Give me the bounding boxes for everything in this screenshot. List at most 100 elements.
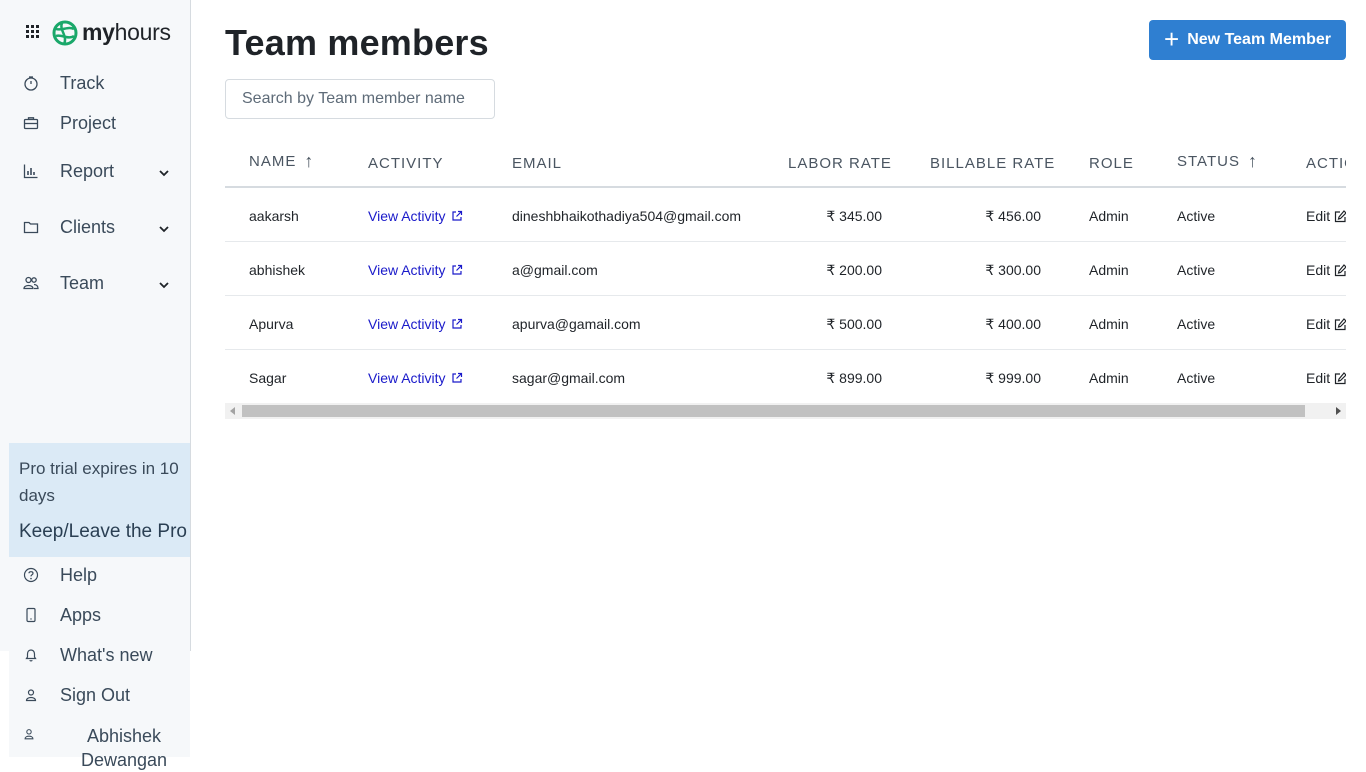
member-status: Active	[1177, 208, 1216, 224]
bell-icon	[22, 646, 40, 664]
sort-ascending-icon: ↑	[304, 151, 315, 171]
chevron-down-icon[interactable]	[157, 278, 171, 292]
view-activity-link[interactable]: View Activity	[368, 316, 463, 332]
sidebar-item-apps[interactable]: Apps	[22, 603, 101, 627]
column-header-label: ACTIVITY	[368, 155, 444, 172]
chevron-down-icon[interactable]	[157, 166, 171, 180]
keep-leave-pro-link[interactable]: Keep/Leave the Pro	[19, 521, 190, 543]
external-link-icon	[451, 210, 462, 221]
column-header-label: ACTIONS	[1306, 155, 1346, 172]
pro-trial-banner: Pro trial expires in 10 days Keep/Leave …	[9, 443, 190, 557]
edit-label: Edit	[1306, 262, 1331, 278]
app-switcher-grid-icon[interactable]	[26, 25, 39, 38]
page-title: Team members	[225, 22, 489, 63]
member-role: Admin	[1089, 316, 1129, 332]
external-link-icon	[451, 318, 462, 329]
bar-chart-icon	[22, 162, 40, 180]
new-team-member-label: New Team Member	[1187, 31, 1331, 48]
stopwatch-icon	[22, 74, 40, 92]
member-name[interactable]: abhishek	[249, 262, 305, 278]
column-header-status[interactable]: STATUS ↑	[1177, 152, 1258, 170]
sidebar-item-label: Track	[60, 72, 105, 93]
labor-rate: ₹ 345.00	[826, 208, 882, 224]
column-header-role[interactable]: ROLE	[1089, 155, 1134, 172]
view-activity-link[interactable]: View Activity	[368, 208, 463, 224]
edit-button[interactable]: Edit	[1306, 208, 1346, 224]
edit-icon	[1335, 317, 1346, 330]
column-header-name[interactable]: NAME ↑	[249, 152, 314, 170]
member-email: sagar@gmail.com	[512, 370, 626, 386]
table-row: Sagar View Activity sagar@gmail.com ₹ 89…	[225, 350, 1346, 404]
edit-label: Edit	[1306, 208, 1331, 224]
sidebar-item-label: Clients	[60, 216, 116, 237]
member-role: Admin	[1089, 262, 1129, 278]
sidebar-item-label: What's new	[60, 644, 153, 665]
myhours-logo[interactable]: myhours	[52, 19, 171, 46]
sort-ascending-icon: ↑	[1247, 151, 1258, 171]
sidebar-item-help[interactable]: Help	[22, 563, 97, 587]
user-icon	[22, 727, 36, 741]
column-header-label: NAME	[249, 152, 297, 170]
scroll-right-arrow-icon[interactable]	[1336, 407, 1341, 415]
sidebar: myhours Track Project Report Clients Tea…	[0, 0, 191, 770]
labor-rate: ₹ 200.00	[826, 262, 882, 278]
member-name[interactable]: aakarsh	[249, 208, 299, 224]
member-email: apurva@gamail.com	[512, 316, 641, 332]
edit-button[interactable]: Edit	[1306, 262, 1346, 278]
edit-button[interactable]: Edit	[1306, 370, 1346, 386]
member-status: Active	[1177, 370, 1216, 386]
sidebar-item-label: Report	[60, 160, 115, 181]
table-header: NAME ↑ ACTIVITY EMAIL LABOR RATE BILLABL…	[225, 140, 1346, 188]
view-activity-label: View Activity	[368, 262, 446, 278]
new-team-member-button[interactable]: + New Team Member	[1149, 20, 1346, 60]
edit-icon	[1335, 371, 1346, 384]
column-header-billable-rate[interactable]: BILLABLE RATE	[930, 155, 1055, 172]
column-header-label: BILLABLE RATE	[930, 155, 1056, 172]
column-header-label: STATUS	[1177, 152, 1240, 170]
column-header-labor-rate[interactable]: LABOR RATE	[788, 155, 892, 172]
column-header-label: LABOR RATE	[788, 155, 892, 172]
member-status: Active	[1177, 316, 1216, 332]
users-icon	[22, 274, 40, 292]
view-activity-label: View Activity	[368, 370, 446, 386]
view-activity-link[interactable]: View Activity	[368, 262, 463, 278]
column-header-email[interactable]: EMAIL	[512, 155, 562, 172]
edit-icon	[1335, 209, 1346, 222]
member-role: Admin	[1089, 370, 1129, 386]
sidebar-item-project[interactable]: Project	[22, 111, 116, 135]
sidebar-item-label: Project	[60, 112, 117, 133]
user-icon	[22, 686, 40, 704]
logo-globe-icon	[52, 20, 78, 45]
chevron-down-icon[interactable]	[157, 222, 171, 236]
edit-label: Edit	[1306, 370, 1331, 386]
sidebar-item-whats-new[interactable]: What's new	[22, 643, 152, 667]
sidebar-item-sign-out[interactable]: Sign Out	[22, 683, 130, 707]
sidebar-item-track[interactable]: Track	[22, 71, 104, 95]
table-row: aakarsh View Activity dineshbhaikothadiy…	[225, 188, 1346, 242]
column-header-actions: ACTIONS	[1306, 155, 1346, 172]
smartphone-icon	[22, 606, 40, 624]
member-name[interactable]: Sagar	[249, 370, 286, 386]
labor-rate: ₹ 899.00	[826, 370, 882, 386]
search-input[interactable]	[225, 79, 495, 119]
horizontal-scrollbar[interactable]	[225, 403, 1346, 419]
scroll-left-arrow-icon[interactable]	[230, 407, 235, 415]
column-header-label: EMAIL	[512, 155, 563, 172]
logo-text: myhours	[82, 19, 171, 45]
billable-rate: ₹ 999.00	[985, 370, 1041, 386]
member-email: dineshbhaikothadiya504@gmail.com	[512, 208, 742, 224]
user-name[interactable]: Abhishek Dewangan	[60, 724, 188, 772]
member-name[interactable]: Apurva	[249, 316, 293, 332]
labor-rate: ₹ 500.00	[826, 316, 882, 332]
edit-label: Edit	[1306, 316, 1331, 332]
sidebar-item-label: Sign Out	[60, 684, 131, 705]
column-header-activity: ACTIVITY	[368, 155, 444, 172]
edit-icon	[1335, 263, 1346, 276]
column-header-label: ROLE	[1089, 155, 1134, 172]
view-activity-link[interactable]: View Activity	[368, 370, 463, 386]
billable-rate: ₹ 300.00	[985, 262, 1041, 278]
view-activity-label: View Activity	[368, 208, 446, 224]
team-members-table: NAME ↑ ACTIVITY EMAIL LABOR RATE BILLABL…	[225, 140, 1346, 420]
edit-button[interactable]: Edit	[1306, 316, 1346, 332]
scrollbar-thumb[interactable]	[242, 405, 1305, 417]
